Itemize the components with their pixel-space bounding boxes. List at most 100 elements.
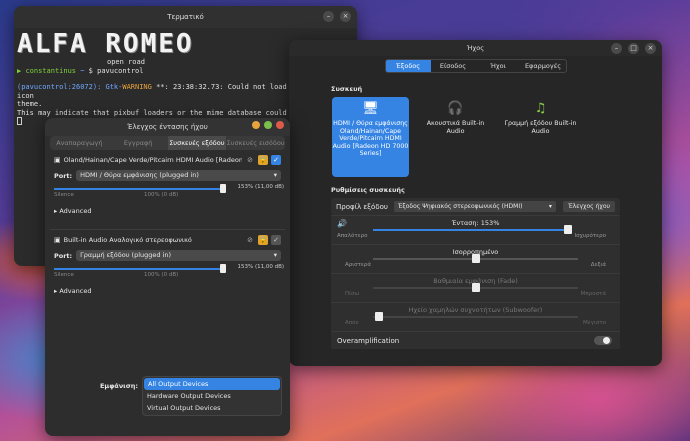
device-1-silence-label: Silence (54, 192, 74, 198)
fade-knob (471, 283, 480, 292)
prompt-symbol: $ (88, 66, 93, 75)
sound-settings-window: Ήχος – □ × Έξοδος Είσοδος Ήχοι Εφαρμογές… (289, 40, 662, 366)
mute-icon[interactable]: ⊘ (245, 235, 255, 245)
tab-output[interactable]: Έξοδος (385, 60, 431, 72)
volume-fill (373, 229, 568, 231)
fade-row: Βαθμιαία εμφάνιση (Fade) Πίσω Μπροστά (331, 273, 620, 302)
output-device-2: ▣ Built-in Audio Αναλογικό στερεοφωνικό … (50, 230, 285, 310)
device-2-volume-slider[interactable] (54, 264, 226, 273)
minimize-icon[interactable]: – (323, 11, 334, 22)
volume-tabs: Αναπαραγωγή Εγγραφή Συσκευές εξόδου Συσκ… (50, 136, 285, 150)
device-2-advanced[interactable]: ▸ Advanced (54, 287, 281, 295)
profile-label: Προφίλ εξόδου (336, 202, 388, 211)
subwoofer-row: Ηχείο χαμηλών συχνοτήτων (Subwoofer) Από… (331, 302, 620, 331)
show-option-virtual[interactable]: Virtual Output Devices (143, 402, 281, 414)
speaker-icon: ▣ (54, 156, 61, 164)
tab-sounds[interactable]: Ήχοι (476, 60, 521, 72)
balance-right-label: Δεξιά (590, 262, 606, 268)
close-icon[interactable]: × (340, 11, 351, 22)
lock-icon[interactable]: 🔒 (258, 155, 268, 165)
balance-row: Ισορροπημένο Αριστερά Δεξιά (331, 244, 620, 273)
minimize-icon[interactable] (252, 121, 260, 129)
overamp-row: Overamplification (331, 331, 620, 349)
chevron-down-icon: ▾ (273, 251, 277, 259)
overamp-toggle[interactable] (594, 336, 612, 345)
default-check-icon[interactable]: ✓ (271, 155, 281, 165)
output-device-1: ▣ Oland/Hainan/Cape Verde/Pitcairn HDMI … (50, 150, 285, 230)
show-label: Εμφάνιση: (99, 382, 138, 390)
fade-slider (373, 283, 578, 292)
tab-recording[interactable]: Εγγραφή (109, 136, 168, 150)
volume-control-window: Έλεγχος έντασης ήχου Αναπαραγωγή Εγγραφή… (45, 118, 290, 436)
balance-knob[interactable] (471, 254, 480, 263)
profile-value: Έξοδος Ψηφιακός στερεοφωνικός (HDMI) (397, 203, 523, 210)
volume-titlebar[interactable]: Έλεγχος έντασης ήχου (45, 118, 290, 136)
device-headphones-label: Ακουστικά Built-in Audio (426, 120, 485, 135)
tab-playback[interactable]: Αναπαραγωγή (50, 136, 109, 150)
prompt-command: pavucontrol (97, 66, 144, 75)
headphones-icon: 🎧 (447, 101, 464, 116)
profile-select[interactable]: Έξοδος Ψηφιακός στερεοφωνικός (HDMI) ▾ (393, 201, 556, 212)
device-headphones[interactable]: 🎧 Ακουστικά Built-in Audio (417, 97, 494, 177)
subwoofer-slider (373, 312, 578, 321)
volume-window-title: Έλεγχος έντασης ήχου (127, 123, 208, 131)
show-dropdown[interactable]: All Output Devices Hardware Output Devic… (142, 376, 282, 416)
volume-min-label: Απαλότερο (337, 233, 368, 239)
prompt-user: constantinus (25, 66, 77, 75)
balance-slider[interactable] (373, 254, 578, 263)
device-hdmi[interactable]: 🖥 HDMI / Θύρα εμφάνισης Oland/Hainan/Cap… (332, 97, 409, 177)
tab-applications[interactable]: Εφαρμογές (521, 60, 566, 72)
overamp-label: Overamplification (337, 337, 400, 345)
mute-icon[interactable]: ⊘ (245, 155, 255, 165)
terminal-title: Τερματικό (167, 13, 204, 21)
sound-tabs: Έξοδος Είσοδος Ήχοι Εφαρμογές (384, 59, 567, 73)
volume-max-label: Ισχυρότερο (574, 233, 606, 239)
settings-section-title: Ρυθμίσεις συσκευής (331, 186, 405, 194)
speaker-icon: ▣ (54, 236, 61, 244)
device-2-name: Built-in Audio Αναλογικό στερεοφωνικό (63, 236, 192, 244)
speaker-icon: 🔊 (337, 219, 347, 228)
device-hdmi-label: HDMI / Θύρα εμφάνισης Oland/Hainan/Cape … (332, 120, 409, 157)
lock-icon[interactable]: 🔒 (258, 235, 268, 245)
tab-input[interactable]: Είσοδος (431, 60, 476, 72)
port-select-2[interactable]: Γραμμή εξόδου (plugged in) ▾ (76, 250, 281, 261)
maximize-icon[interactable]: □ (628, 43, 639, 54)
device-1-100-label: 100% (0 dB) (144, 192, 179, 198)
port-select-1[interactable]: HDMI / Θύρα εμφάνισης (plugged in) ▾ (76, 170, 281, 181)
sound-titlebar[interactable]: Ήχος – □ × (289, 40, 662, 56)
chevron-down-icon: ▾ (273, 171, 277, 179)
device-2-100-label: 100% (0 dB) (144, 272, 179, 278)
device-line-out-label: Γραμμή εξόδου Built-in Audio (504, 120, 577, 135)
maximize-icon[interactable] (264, 121, 272, 129)
terminal-titlebar[interactable]: Τερματικό – × (14, 6, 357, 28)
subwoofer-knob (375, 312, 383, 321)
test-sound-button[interactable]: Έλεγχος ήχου (563, 201, 615, 212)
close-icon[interactable] (276, 121, 284, 129)
device-2-silence-label: Silence (54, 272, 74, 278)
terminal-cursor (17, 117, 22, 125)
monitor-icon: 🖥 (362, 101, 379, 116)
device-section-title: Συσκευή (331, 85, 363, 93)
prompt-dir: ~ (80, 66, 85, 75)
device-1-advanced[interactable]: ▸ Advanced (54, 207, 281, 215)
close-icon[interactable]: × (645, 43, 656, 54)
show-option-hardware[interactable]: Hardware Output Devices (143, 390, 281, 402)
show-row: Εμφάνιση: All Output Devices Hardware Ou… (45, 376, 290, 436)
volume-knob[interactable] (564, 225, 572, 234)
line-out-icon: ♫ (534, 101, 547, 116)
default-check-icon[interactable]: ✓ (271, 235, 281, 245)
device-line-out[interactable]: ♫ Γραμμή εξόδου Built-in Audio (502, 97, 579, 177)
show-option-all[interactable]: All Output Devices (144, 378, 280, 390)
balance-left-label: Αριστερά (345, 262, 372, 268)
subwoofer-right-label: Μέγιστο (583, 320, 606, 326)
subwoofer-left-label: Απόν (345, 320, 359, 326)
port-value-2: Γραμμή εξόδου (plugged in) (80, 251, 172, 259)
fade-left-label: Πίσω (345, 291, 360, 297)
minimize-icon[interactable]: – (611, 43, 622, 54)
device-1-volume-fill (54, 188, 224, 190)
tab-output-devices[interactable]: Συσκευές εξόδου (167, 136, 227, 150)
device-1-volume-slider[interactable] (54, 184, 226, 193)
tab-input-devices[interactable]: Συσκευές εισόδου (226, 136, 285, 150)
device-2-value-label: 153% (11,00 dB) (237, 264, 284, 270)
volume-slider[interactable] (373, 225, 572, 234)
